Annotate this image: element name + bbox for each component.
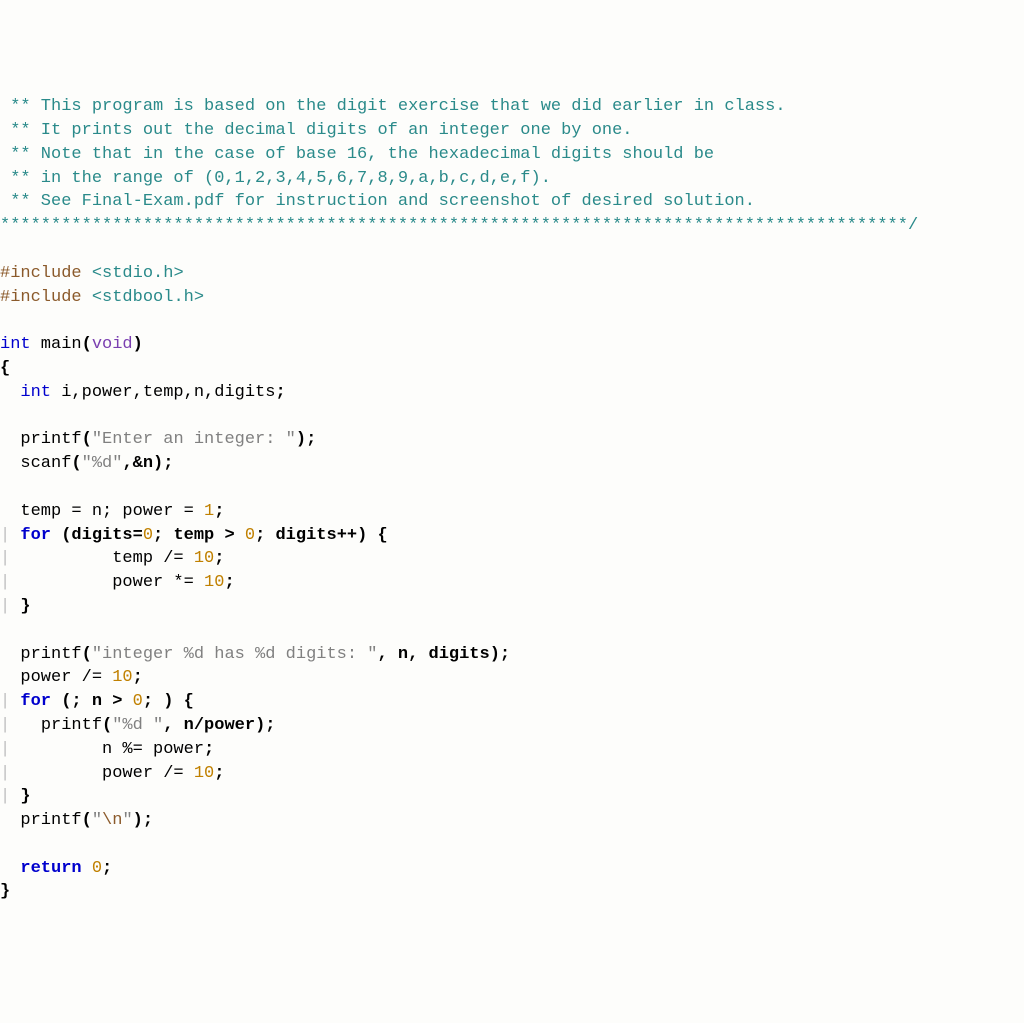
semi: ;	[224, 573, 234, 592]
string-quote: "	[92, 811, 102, 830]
include-header: <stdbool.h>	[92, 288, 204, 307]
number: 10	[194, 549, 214, 568]
func-main: main	[31, 335, 82, 354]
preproc-include: #include	[0, 264, 92, 283]
semi: ;	[204, 740, 214, 759]
paren: (	[82, 811, 92, 830]
indent-guide: |	[0, 597, 20, 616]
indent-guide: |	[0, 526, 20, 545]
semi: ;	[102, 859, 112, 878]
for-head: (digits=	[51, 526, 143, 545]
indent-guide: |	[0, 549, 41, 568]
indent	[0, 430, 20, 449]
comment-line: ****************************************…	[0, 216, 918, 235]
space	[82, 859, 92, 878]
brace: {	[0, 359, 10, 378]
brace: }	[0, 882, 10, 901]
indent	[0, 454, 20, 473]
type-int: int	[20, 383, 51, 402]
func-printf: printf	[20, 811, 81, 830]
comment-line: ** It prints out the decimal digits of a…	[0, 121, 633, 140]
args: , n, digits	[377, 645, 489, 664]
args: ,&n	[122, 454, 153, 473]
semi: ;	[214, 502, 224, 521]
indent-guide: |	[0, 787, 20, 806]
func-printf: printf	[41, 716, 102, 735]
paren: (	[82, 335, 92, 354]
type-int: int	[0, 335, 31, 354]
stmt: power *=	[41, 573, 204, 592]
comment-line: ** This program is based on the digit ex…	[0, 97, 786, 116]
func-printf: printf	[20, 430, 81, 449]
indent	[0, 859, 20, 878]
stmt: temp /=	[41, 549, 194, 568]
semi: ;	[214, 549, 224, 568]
indent	[0, 645, 20, 664]
comment-line: ** Note that in the case of base 16, the…	[0, 145, 714, 164]
for-head: ; temp >	[153, 526, 245, 545]
number: 1	[204, 502, 214, 521]
indent	[0, 383, 20, 402]
void-keyword: void	[92, 335, 133, 354]
paren: )	[133, 335, 143, 354]
func-printf: printf	[20, 645, 81, 664]
indent-guide: |	[0, 573, 41, 592]
indent-guide: |	[0, 692, 20, 711]
paren: (	[82, 645, 92, 664]
keyword-return: return	[20, 859, 81, 878]
paren-semi: );	[490, 645, 510, 664]
number: 10	[204, 573, 224, 592]
indent	[0, 811, 20, 830]
for-head: (; n >	[51, 692, 133, 711]
keyword-for: for	[20, 526, 51, 545]
number: 0	[133, 692, 143, 711]
semi: ;	[275, 383, 285, 402]
number: 0	[92, 859, 102, 878]
paren-semi: );	[153, 454, 173, 473]
preproc-include: #include	[0, 288, 92, 307]
decl-vars: i,power,temp,n,digits	[51, 383, 275, 402]
code-block: ** This program is based on the digit ex…	[0, 95, 1024, 904]
semi: ;	[133, 668, 143, 687]
stmt: power /=	[0, 668, 112, 687]
string-literal: "integer %d has %d digits: "	[92, 645, 378, 664]
semi: ;	[214, 764, 224, 783]
number: 10	[194, 764, 214, 783]
stmt: power /=	[41, 764, 194, 783]
comment-line: ** See Final-Exam.pdf for instruction an…	[0, 192, 755, 211]
indent-guide: |	[0, 740, 41, 759]
for-head: ; digits++) {	[255, 526, 388, 545]
paren-semi: );	[255, 716, 275, 735]
brace: }	[20, 787, 30, 806]
stmt: temp = n; power =	[0, 502, 204, 521]
number: 0	[143, 526, 153, 545]
paren: (	[71, 454, 81, 473]
string-literal: "%d"	[82, 454, 123, 473]
for-head: ; ) {	[143, 692, 194, 711]
number: 10	[112, 668, 132, 687]
paren: (	[102, 716, 112, 735]
include-header: <stdio.h>	[92, 264, 184, 283]
stmt: n %= power	[41, 740, 204, 759]
paren-semi: );	[133, 811, 153, 830]
keyword-for: for	[20, 692, 51, 711]
paren: (	[82, 430, 92, 449]
string-quote: "	[122, 811, 132, 830]
comment-line: ** in the range of (0,1,2,3,4,5,6,7,8,9,…	[0, 169, 551, 188]
escape-seq: \n	[102, 811, 122, 830]
indent-guide: |	[0, 764, 41, 783]
indent-guide: |	[0, 716, 41, 735]
string-literal: "%d "	[112, 716, 163, 735]
paren-semi: );	[296, 430, 316, 449]
args: , n/power	[163, 716, 255, 735]
func-scanf: scanf	[20, 454, 71, 473]
number: 0	[245, 526, 255, 545]
brace: }	[20, 597, 30, 616]
string-literal: "Enter an integer: "	[92, 430, 296, 449]
